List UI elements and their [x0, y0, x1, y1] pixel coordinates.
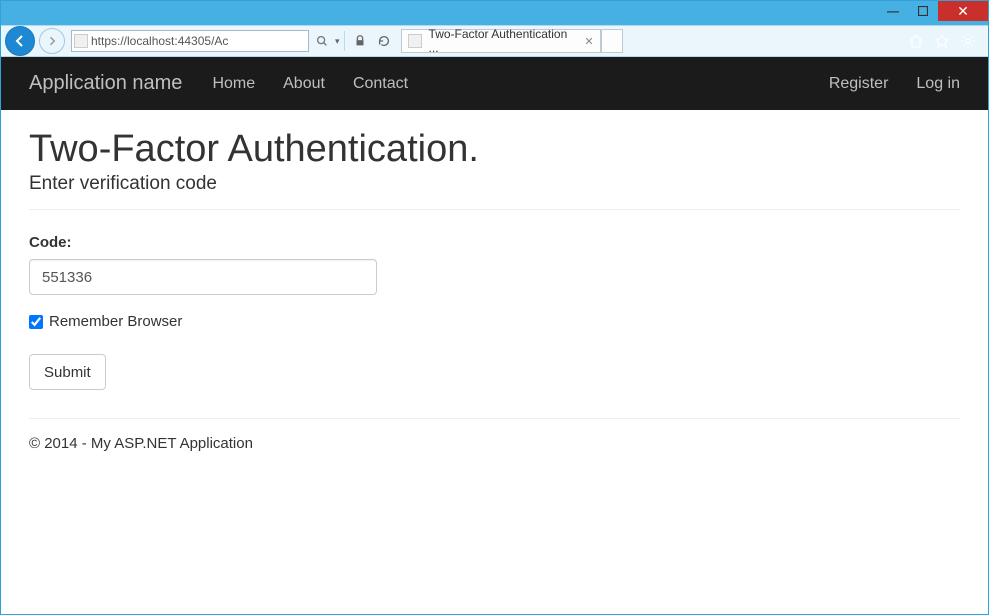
nav-home[interactable]: Home: [212, 75, 255, 93]
browser-tab[interactable]: Two-Factor Authentication ... ✕: [401, 29, 601, 53]
address-bar[interactable]: https://localhost:44305/Ac: [71, 30, 309, 52]
page-title: Two-Factor Authentication.: [29, 128, 960, 171]
back-button[interactable]: [5, 26, 35, 56]
site-navbar: Application name Home About Contact Regi…: [1, 57, 988, 110]
search-dropdown-icon[interactable]: [315, 34, 329, 48]
close-button[interactable]: ✕: [938, 1, 988, 21]
nav-links-left: Home About Contact: [212, 75, 408, 93]
nav-links-right: Register Log in: [829, 75, 960, 93]
home-icon[interactable]: [908, 33, 924, 49]
toolbar-right: [908, 33, 984, 49]
refresh-icon[interactable]: [377, 34, 391, 48]
main-container: Two-Factor Authentication. Enter verific…: [1, 110, 988, 470]
divider-top: [29, 209, 960, 210]
nav-register[interactable]: Register: [829, 75, 889, 93]
page-viewport: Application name Home About Contact Regi…: [1, 57, 988, 614]
footer-text: © 2014 - My ASP.NET Application: [29, 435, 960, 452]
favorites-icon[interactable]: [934, 33, 950, 49]
page-subtitle: Enter verification code: [29, 173, 960, 195]
forward-button[interactable]: [39, 28, 65, 54]
lock-icon: [353, 34, 367, 48]
remember-row: Remember Browser: [29, 313, 960, 330]
minimize-button[interactable]: —: [878, 1, 908, 21]
tab-close-icon[interactable]: ✕: [584, 35, 593, 48]
remember-label: Remember Browser: [49, 313, 182, 330]
page-icon: [74, 34, 88, 48]
submit-button[interactable]: Submit: [29, 354, 106, 390]
nav-login[interactable]: Log in: [916, 75, 960, 93]
remember-checkbox[interactable]: [29, 315, 43, 329]
code-input[interactable]: [29, 259, 377, 295]
code-label: Code:: [29, 234, 960, 251]
titlebar: — ✕: [1, 1, 988, 25]
divider-bottom: [29, 418, 960, 419]
window-controls: — ✕: [878, 1, 988, 21]
address-text: https://localhost:44305/Ac: [91, 34, 228, 48]
nav-contact[interactable]: Contact: [353, 75, 408, 93]
maximize-button[interactable]: [908, 1, 938, 21]
toolbar-divider: [344, 31, 345, 51]
dropdown-caret-icon[interactable]: ▾: [335, 36, 340, 47]
nav-about[interactable]: About: [283, 75, 325, 93]
new-tab-button[interactable]: [601, 29, 623, 53]
settings-icon[interactable]: [960, 33, 976, 49]
tab-strip: Two-Factor Authentication ... ✕: [401, 29, 623, 53]
browser-window: — ✕ https://localhost:44305/Ac ▾ Two-Fac…: [0, 0, 989, 615]
tab-title: Two-Factor Authentication ...: [429, 27, 577, 55]
brand-link[interactable]: Application name: [29, 72, 182, 95]
tab-favicon: [408, 34, 422, 48]
browser-toolbar: https://localhost:44305/Ac ▾ Two-Factor …: [1, 25, 988, 57]
